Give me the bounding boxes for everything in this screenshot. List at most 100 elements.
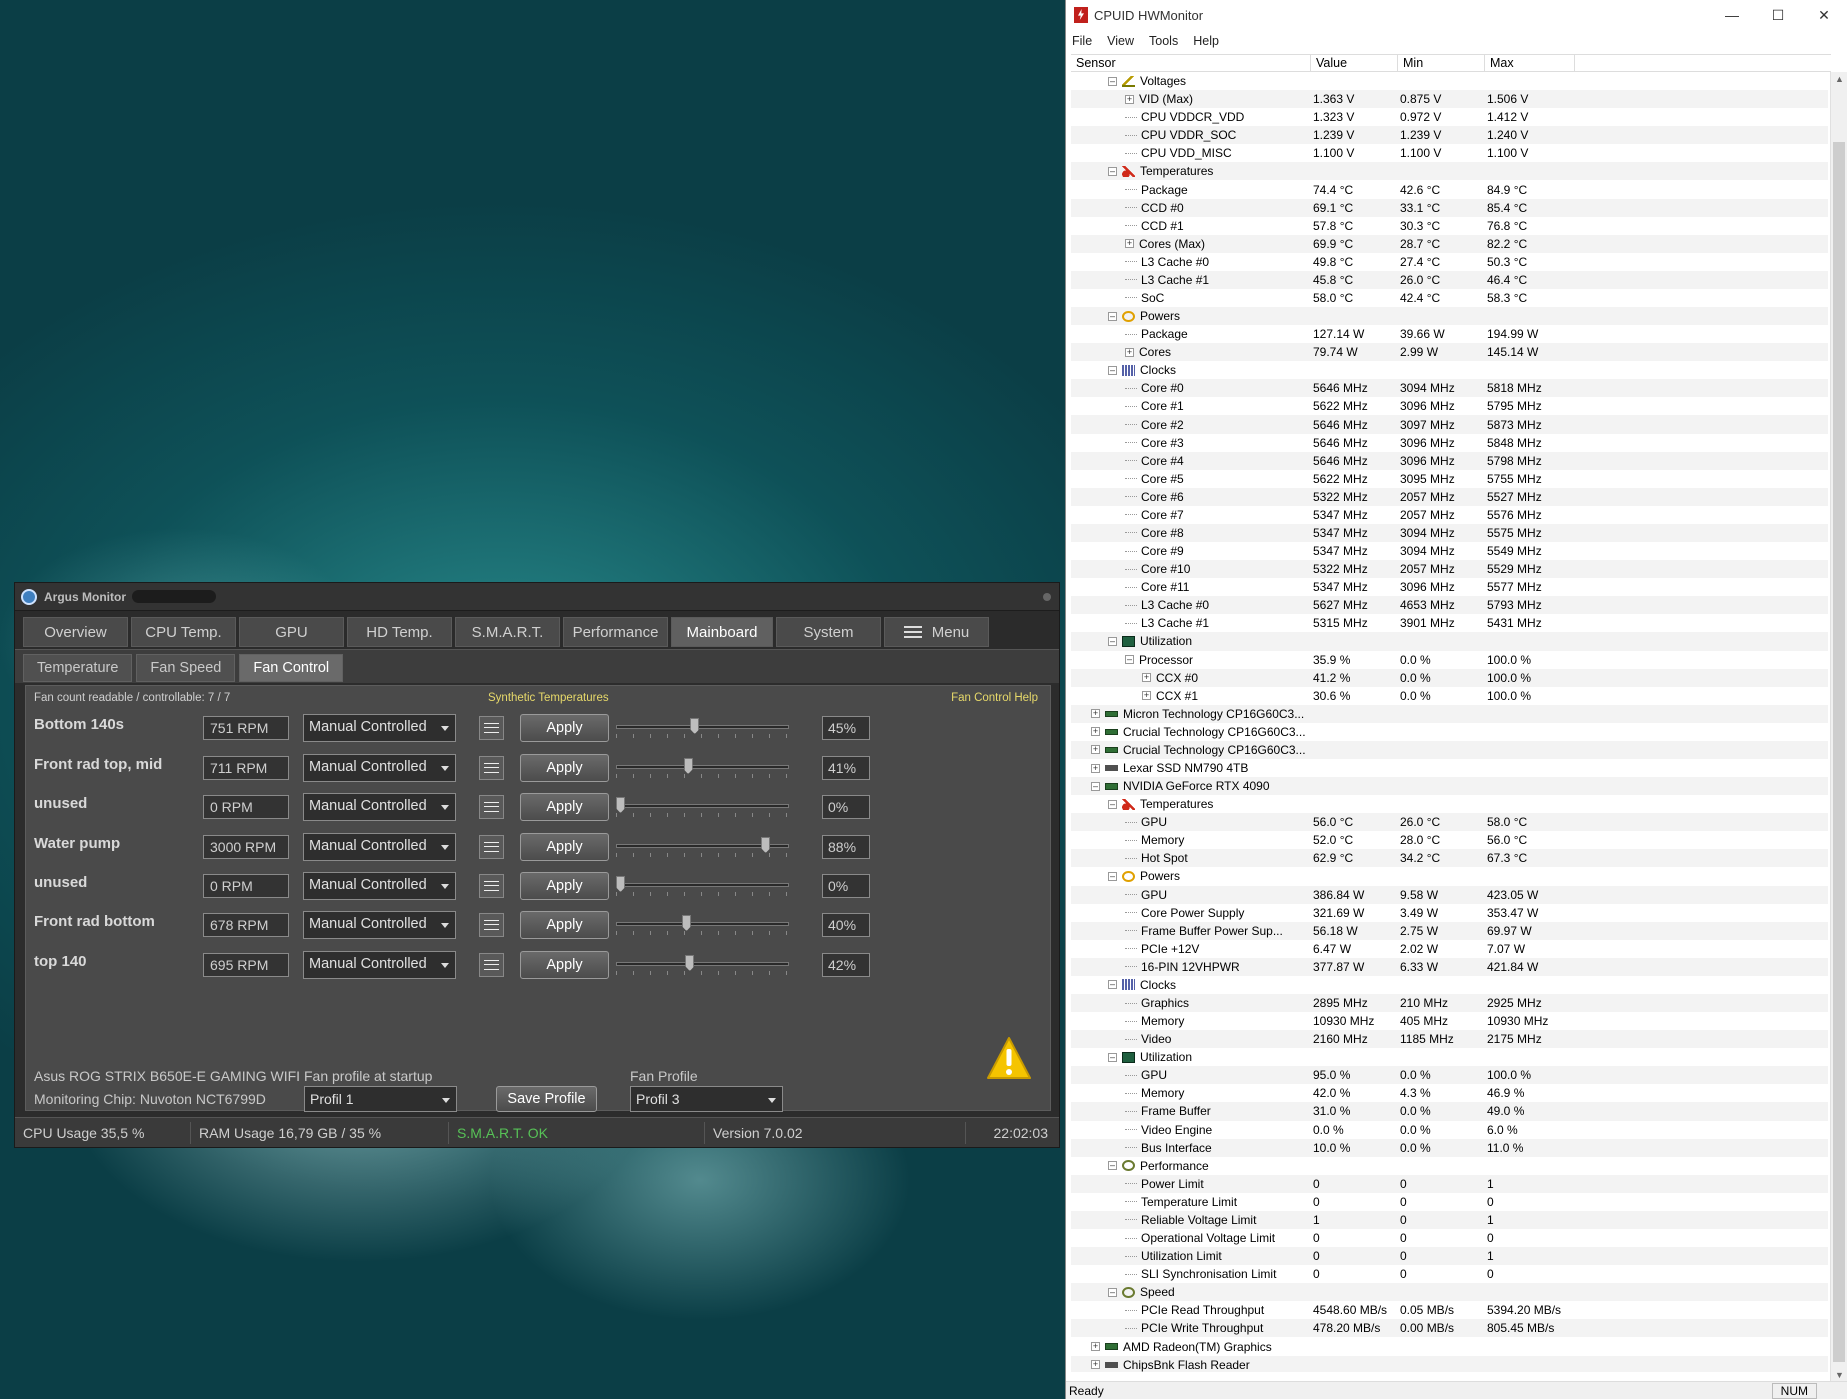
collapse-icon[interactable]: – xyxy=(1108,1287,1117,1297)
sensor-row[interactable]: Package 74.4 °C 42.6 °C 84.9 °C xyxy=(1071,180,1828,198)
save-profile-button[interactable]: Save Profile xyxy=(496,1086,597,1112)
sensor-group-row[interactable]: + Micron Technology CP16G60C3... xyxy=(1071,704,1828,723)
sensor-group-row[interactable]: – Voltages xyxy=(1071,72,1828,90)
sensor-row[interactable]: 16-PIN 12VHPWR 377.87 W 6.33 W 421.84 W xyxy=(1071,957,1828,976)
collapse-icon[interactable]: – xyxy=(1108,1161,1117,1171)
slider-thumb[interactable] xyxy=(690,718,700,734)
expand-icon[interactable]: + xyxy=(1142,673,1151,683)
expand-icon[interactable]: + xyxy=(1125,94,1134,104)
tab-cpu-temp[interactable]: CPU Temp. xyxy=(131,617,236,647)
expand-icon[interactable]: + xyxy=(1091,727,1100,737)
expand-icon[interactable]: + xyxy=(1091,709,1100,719)
fan-settings-icon[interactable] xyxy=(479,716,504,740)
fan-speed-slider[interactable] xyxy=(616,951,789,979)
fan-speed-slider[interactable] xyxy=(616,911,789,939)
collapse-icon[interactable]: – xyxy=(1108,166,1117,176)
fan-percent-field[interactable]: 40% xyxy=(822,913,870,937)
sensor-row[interactable]: Frame Buffer Power Sup... 56.18 W 2.75 W 69… xyxy=(1071,921,1828,940)
sensor-row[interactable]: Graphics 2895 MHz 210 MHz 2925 MHz xyxy=(1071,993,1828,1013)
warning-icon[interactable] xyxy=(986,1036,1032,1080)
sensor-group-row[interactable]: + Crucial Technology CP16G60C3... xyxy=(1071,723,1828,741)
sensor-group-row[interactable]: + Lexar SSD NM790 4TB xyxy=(1071,759,1828,777)
fan-speed-slider[interactable] xyxy=(616,754,789,782)
sensor-row[interactable]: Power Limit 0 0 1 xyxy=(1071,1174,1828,1193)
sensor-row[interactable]: PCIe Write Throughput 478.20 MB/s 0.00 MB/… xyxy=(1071,1319,1828,1338)
scroll-down-icon[interactable]: ▼ xyxy=(1835,1370,1844,1380)
sensor-row[interactable]: GPU 56.0 °C 26.0 °C 58.0 °C xyxy=(1071,813,1828,832)
argus-titlebar[interactable]: Argus Monitor xyxy=(15,583,1059,611)
sensor-group-row[interactable]: – Clocks xyxy=(1071,361,1828,379)
sensor-row[interactable]: Core #11 5347 MHz 3096 MHz 5577 MHz xyxy=(1071,578,1828,596)
fan-speed-slider[interactable] xyxy=(616,793,789,821)
sensor-row[interactable]: Core Power Supply 321.69 W 3.49 W 353.47 W xyxy=(1071,904,1828,922)
maximize-icon[interactable]: ☐ xyxy=(1755,0,1801,30)
sensor-row[interactable]: Core #0 5646 MHz 3094 MHz 5818 MHz xyxy=(1071,379,1828,398)
sensor-row[interactable]: Core #1 5622 MHz 3096 MHz 5795 MHz xyxy=(1071,397,1828,415)
expand-icon[interactable]: + xyxy=(1142,691,1151,701)
sensor-group-row[interactable]: – Powers xyxy=(1071,307,1828,326)
fan-control-help-link[interactable]: Fan Control Help xyxy=(951,692,1038,704)
sensor-row[interactable]: Core #3 5646 MHz 3096 MHz 5848 MHz xyxy=(1071,434,1828,452)
apply-button[interactable]: Apply xyxy=(520,833,609,861)
expand-icon[interactable]: + xyxy=(1091,1360,1100,1370)
tab-mainboard[interactable]: Mainboard xyxy=(671,617,773,647)
fan-mode-select[interactable]: Manual Controlled xyxy=(303,714,456,742)
sensor-group-row[interactable]: + ChipsBnk Flash Reader xyxy=(1071,1355,1828,1372)
sensor-row[interactable]: Core #4 5646 MHz 3096 MHz 5798 MHz xyxy=(1071,451,1828,470)
column-header-max[interactable]: Max xyxy=(1485,55,1575,71)
slider-thumb[interactable] xyxy=(682,915,691,931)
fan-settings-icon[interactable] xyxy=(479,795,504,819)
fan-settings-icon[interactable] xyxy=(479,874,504,898)
collapse-icon[interactable]: – xyxy=(1125,655,1134,665)
sensor-row[interactable]: CPU VDDR_SOC 1.239 V 1.239 V 1.240 V xyxy=(1071,126,1828,145)
subtab-temperature[interactable]: Temperature xyxy=(23,654,133,682)
sensor-group-row[interactable]: – Temperatures xyxy=(1071,795,1828,813)
apply-button[interactable]: Apply xyxy=(520,714,609,742)
menu-view[interactable]: View xyxy=(1107,34,1134,48)
fan-speed-slider[interactable] xyxy=(616,714,789,742)
fan-settings-icon[interactable] xyxy=(479,913,504,937)
tab-gpu[interactable]: GPU xyxy=(239,617,344,647)
slider-thumb[interactable] xyxy=(683,758,693,774)
fan-percent-field[interactable]: 88% xyxy=(822,835,870,859)
apply-button[interactable]: Apply xyxy=(520,911,609,939)
startup-profile-select[interactable]: Profil 1 xyxy=(304,1086,457,1112)
sensor-row[interactable]: CPU VDDCR_VDD 1.323 V 0.972 V 1.412 V xyxy=(1071,108,1828,126)
sensor-row[interactable]: Utilization Limit 0 0 1 xyxy=(1071,1247,1828,1266)
fan-mode-select[interactable]: Manual Controlled xyxy=(303,793,456,821)
tab-overview[interactable]: Overview xyxy=(23,617,128,647)
column-header-value[interactable]: Value xyxy=(1311,55,1398,71)
apply-button[interactable]: Apply xyxy=(520,793,609,821)
sensor-row[interactable]: Memory 42.0 % 4.3 % 46.9 % xyxy=(1071,1084,1828,1102)
sensor-row[interactable]: SoC 58.0 °C 42.4 °C 58.3 °C xyxy=(1071,289,1828,307)
fan-settings-icon[interactable] xyxy=(479,756,504,780)
fan-profile-select[interactable]: Profil 3 xyxy=(630,1086,783,1112)
sensor-row[interactable]: L3 Cache #1 45.8 °C 26.0 °C 46.4 °C xyxy=(1071,270,1828,289)
menu-button[interactable]: Menu xyxy=(884,617,989,647)
slider-thumb[interactable] xyxy=(685,955,695,971)
expand-icon[interactable]: + xyxy=(1091,763,1100,773)
menu-help[interactable]: Help xyxy=(1193,34,1219,48)
sensor-row[interactable]: Memory 52.0 °C 28.0 °C 56.0 °C xyxy=(1071,831,1828,849)
fan-speed-slider[interactable] xyxy=(616,833,789,861)
sensor-row[interactable]: Core #7 5347 MHz 2057 MHz 5576 MHz xyxy=(1071,506,1828,524)
sensor-row[interactable]: + Cores 79.74 W 2.99 W 145.14 W xyxy=(1071,343,1828,362)
column-header-min[interactable]: Min xyxy=(1398,55,1485,71)
sensor-row[interactable]: Core #10 5322 MHz 2057 MHz 5529 MHz xyxy=(1071,560,1828,579)
sensor-row[interactable]: Core #2 5646 MHz 3097 MHz 5873 MHz xyxy=(1071,415,1828,434)
collapse-icon[interactable]: – xyxy=(1108,311,1117,321)
sensor-row[interactable]: – Processor 35.9 % 0.0 % 100.0 % xyxy=(1071,651,1828,669)
fan-percent-field[interactable]: 41% xyxy=(822,756,870,780)
fan-settings-icon[interactable] xyxy=(479,835,504,859)
sensor-row[interactable]: Core #8 5347 MHz 3094 MHz 5575 MHz xyxy=(1071,523,1828,543)
menu-tools[interactable]: Tools xyxy=(1149,34,1178,48)
sensor-row[interactable]: L3 Cache #0 49.8 °C 27.4 °C 50.3 °C xyxy=(1071,253,1828,271)
expand-icon[interactable]: + xyxy=(1125,347,1134,357)
fan-percent-field[interactable]: 45% xyxy=(822,716,870,740)
column-header-sensor[interactable]: Sensor xyxy=(1071,55,1311,71)
sensor-row[interactable]: SLI Synchronisation Limit 0 0 0 xyxy=(1071,1265,1828,1283)
collapse-icon[interactable]: – xyxy=(1108,1052,1117,1062)
sensor-row[interactable]: Memory 10930 MHz 405 MHz 10930 MHz xyxy=(1071,1012,1828,1030)
collapse-icon[interactable]: – xyxy=(1108,365,1117,375)
tab-performance[interactable]: Performance xyxy=(563,617,668,647)
